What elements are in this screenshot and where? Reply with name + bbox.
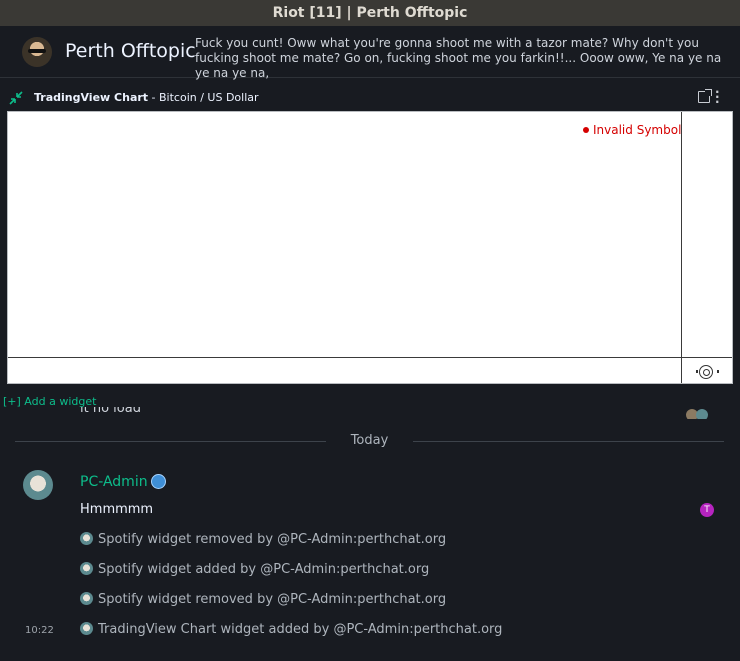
room-name[interactable]: Perth Offtopic bbox=[65, 40, 196, 62]
user-avatar[interactable] bbox=[80, 622, 93, 635]
invalid-symbol-status: Invalid Symbol bbox=[583, 123, 681, 137]
event-row: Spotify widget added by @PC-Admin:perthc… bbox=[80, 561, 429, 579]
message-body: Hmmmmm bbox=[80, 502, 154, 517]
popout-icon[interactable] bbox=[698, 89, 712, 103]
date-separator: Today bbox=[15, 433, 724, 451]
invalid-symbol-label: Invalid Symbol bbox=[593, 123, 682, 137]
message-timestamp: 10:22 bbox=[25, 625, 54, 636]
widget-header: TradingView Chart - Bitcoin / US Dollar … bbox=[0, 84, 740, 111]
date-label: Today bbox=[350, 433, 389, 448]
settings-icon[interactable] bbox=[696, 365, 719, 379]
user-avatar[interactable] bbox=[80, 562, 93, 575]
room-avatar[interactable] bbox=[22, 37, 52, 67]
widget-subtitle: - Bitcoin / US Dollar bbox=[151, 91, 259, 104]
room-header: Perth Offtopic Fuck you cunt! Oww what y… bbox=[0, 26, 740, 81]
error-dot-icon bbox=[583, 126, 589, 133]
user-avatar[interactable] bbox=[23, 470, 53, 500]
event-text: TradingView Chart widget added by @PC-Ad… bbox=[98, 622, 503, 637]
power-level-badge bbox=[151, 474, 166, 489]
read-receipts[interactable] bbox=[686, 407, 714, 419]
separator-line bbox=[413, 441, 724, 442]
read-receipt[interactable]: T bbox=[700, 503, 714, 517]
event-row: TradingView Chart widget added by @PC-Ad… bbox=[80, 621, 502, 639]
event-text: Spotify widget removed by @PC-Admin:pert… bbox=[98, 592, 447, 607]
event-row: Spotify widget removed by @PC-Admin:pert… bbox=[80, 531, 446, 549]
sender-name[interactable]: PC-Admin bbox=[80, 474, 148, 490]
window-title: Riot [11] | Perth Offtopic bbox=[0, 0, 740, 26]
widget-name: TradingView Chart bbox=[34, 91, 149, 104]
widget-title: TradingView Chart - Bitcoin / US Dollar bbox=[34, 91, 259, 104]
user-avatar[interactable] bbox=[80, 532, 93, 545]
minimize-icon[interactable] bbox=[9, 91, 23, 105]
tradingview-chart[interactable]: Invalid Symbol bbox=[7, 111, 733, 384]
event-text: Spotify widget removed by @PC-Admin:pert… bbox=[98, 532, 447, 547]
event-text: Spotify widget added by @PC-Admin:perthc… bbox=[98, 562, 430, 577]
room-topic[interactable]: Fuck you cunt! Oww what you're gonna sho… bbox=[195, 36, 735, 81]
menu-icon[interactable]: · · · bbox=[715, 86, 721, 108]
time-axis-divider bbox=[8, 357, 732, 358]
previous-message: it no load bbox=[80, 407, 141, 416]
receipt-avatar bbox=[696, 409, 708, 419]
event-row: Spotify widget removed by @PC-Admin:pert… bbox=[80, 591, 446, 609]
separator-line bbox=[15, 441, 326, 442]
user-avatar[interactable] bbox=[80, 592, 93, 605]
price-axis-divider bbox=[681, 112, 682, 383]
